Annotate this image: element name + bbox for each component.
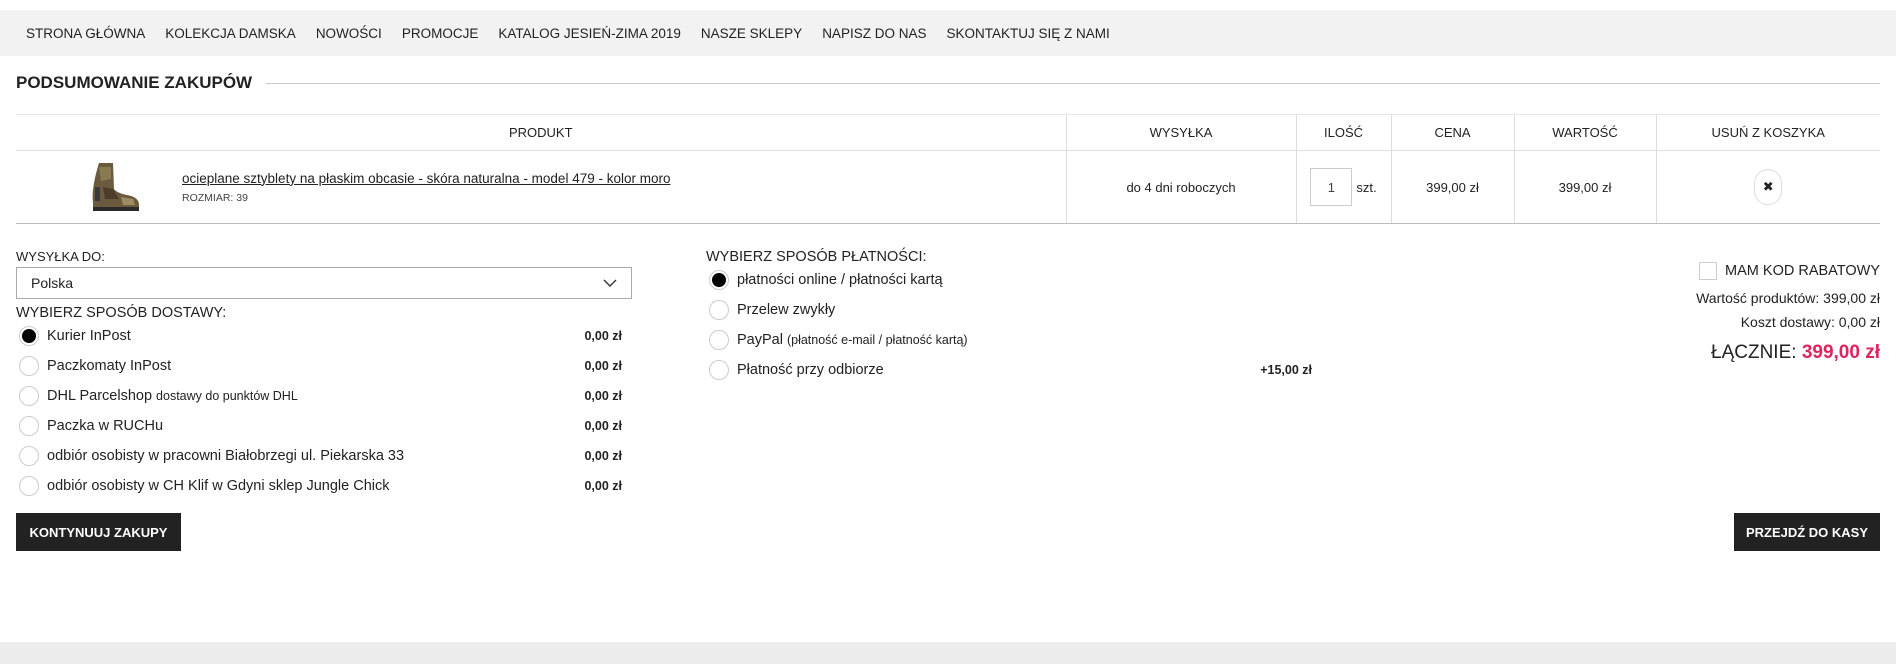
quantity-input[interactable] (1310, 168, 1353, 206)
delivery-option[interactable]: Paczka w RUCHu 0,00 zł (16, 411, 632, 441)
shipping-cost: Koszt dostawy: 0,00 zł (1740, 314, 1880, 330)
nav-item-catalog[interactable]: KATALOG JESIEŃ-ZIMA 2019 (498, 26, 681, 41)
delivery-radio[interactable] (19, 476, 39, 496)
delivery-radio[interactable] (19, 446, 39, 466)
nav-item-new[interactable]: NOWOŚCI (316, 26, 382, 41)
payment-option-name: PayPal (737, 332, 783, 348)
delivery-option[interactable]: odbiór osobisty w pracowni Białobrzegi u… (16, 441, 632, 471)
chevron-down-icon (603, 279, 617, 287)
delivery-option-price: 0,00 zł (584, 359, 622, 373)
delivery-radio[interactable] (19, 326, 39, 346)
delivery-option-note: dostawy do punktów DHL (156, 389, 298, 403)
nav-item-womens-collection[interactable]: KOLEKCJA DAMSKA (165, 26, 296, 41)
payment-option-name: płatności online / płatności kartą (737, 272, 943, 288)
col-header-value: WARTOŚĆ (1513, 114, 1656, 151)
total-label: ŁĄCZNIE: (1711, 342, 1797, 363)
close-icon: ✖ (1762, 179, 1774, 194)
shipping-time: do 4 dni roboczych (1065, 150, 1296, 224)
payment-radio[interactable] (709, 270, 729, 290)
payment-option-note: (płatność e-mail / płatność kartą) (786, 333, 968, 347)
product-size: ROZMIAR: 39 (182, 191, 248, 204)
delivery-option-name: Paczkomaty InPost (47, 358, 172, 374)
delivery-option-price: 0,00 zł (584, 449, 622, 463)
continue-shopping-button[interactable]: KONTYNUUJ ZAKUPY (16, 513, 181, 551)
cart-table: PRODUKT WYSYŁKA ILOŚĆ CENA WARTOŚĆ USUŃ … (16, 114, 1880, 224)
delivery-option-price: 0,00 zł (584, 479, 622, 493)
col-header-product: PRODUKT (16, 114, 1066, 151)
payment-radio[interactable] (709, 330, 729, 350)
total-amount: 399,00 zł (1801, 342, 1880, 363)
products-value: Wartość produktów: 399,00 zł (1696, 290, 1880, 306)
delivery-option-price: 0,00 zł (584, 389, 622, 403)
delivery-radio[interactable] (19, 386, 39, 406)
delivery-option-name: DHL Parcelshop (47, 388, 153, 404)
payment-section: WYBIERZ SPOSÓB PŁATNOŚCI: płatności onli… (706, 249, 1312, 385)
cart-header-row: PRODUKT WYSYŁKA ILOŚĆ CENA WARTOŚĆ USUŃ … (16, 114, 1880, 151)
product-name-link[interactable]: ocieplane sztyblety na płaskim obcasie -… (182, 171, 671, 186)
delivery-option[interactable]: odbiór osobisty w CH Klif w Gdyni sklep … (16, 471, 632, 501)
line-value: 399,00 zł (1513, 150, 1656, 224)
product-cell: ocieplane sztyblety na płaskim obcasie -… (16, 150, 1066, 224)
payment-option[interactable]: płatności online / płatności kartą (706, 265, 1312, 295)
col-header-shipping: WYSYŁKA (1065, 114, 1296, 151)
col-header-price: CENA (1390, 114, 1514, 151)
delivery-option[interactable]: Paczkomaty InPost 0,00 zł (16, 351, 632, 381)
checkout-button[interactable]: PRZEJDŹ DO KASY (1734, 513, 1880, 551)
payment-option[interactable]: PayPal (płatność e-mail / płatność kartą) (706, 325, 1312, 355)
payment-option-name: Przelew zwykły (737, 302, 836, 318)
unit-price: 399,00 zł (1390, 150, 1514, 224)
nav-item-write-to-us[interactable]: NAPISZ DO NAS (822, 26, 926, 41)
nav-item-contact[interactable]: SKONTAKTUJ SIĘ Z NAMI (946, 26, 1109, 41)
ship-to-label: WYSYŁKA DO: (16, 249, 105, 264)
promo-code-toggle[interactable]: MAM KOD RABATOWY (1696, 262, 1880, 280)
nav-item-promotions[interactable]: PROMOCJE (402, 26, 479, 41)
delivery-option-name: Paczka w RUCHu (47, 418, 164, 434)
totals-section: MAM KOD RABATOWY Wartość produktów: 399,… (1696, 262, 1880, 364)
section-header: PODSUMOWANIE ZAKUPÓW (16, 72, 1880, 94)
title-divider (266, 82, 1880, 84)
payment-radio[interactable] (709, 300, 729, 320)
product-image[interactable] (56, 157, 166, 217)
delivery-option-name: odbiór osobisty w CH Klif w Gdyni sklep … (47, 478, 390, 494)
delivery-options: Kurier InPost 0,00 zł Paczkomaty InPost 0,0… (16, 321, 632, 501)
promo-code-label: MAM KOD RABATOWY (1725, 263, 1880, 279)
col-header-remove: USUŃ Z KOSZYKA (1655, 114, 1880, 151)
boot-icon (92, 163, 139, 211)
delivery-option[interactable]: Kurier InPost 0,00 zł (16, 321, 632, 351)
remove-cell: ✖ (1655, 150, 1880, 224)
payment-method-label: WYBIERZ SPOSÓB PŁATNOŚCI: (706, 249, 927, 265)
payment-radio[interactable] (709, 360, 729, 380)
table-row: ocieplane sztyblety na płaskim obcasie -… (16, 150, 1880, 224)
delivery-option-name: odbiór osobisty w pracowni Białobrzegi u… (47, 448, 405, 464)
order-total: ŁĄCZNIE: 399,00 zł (1696, 342, 1880, 364)
payment-option-name: Płatność przy odbiorze (737, 362, 884, 378)
payment-option[interactable]: Płatność przy odbiorze +15,00 zł (706, 355, 1312, 385)
country-select[interactable]: Polska (16, 267, 632, 299)
payment-option[interactable]: Przelew zwykły (706, 295, 1312, 325)
delivery-section: WYSYŁKA DO: Polska WYBIERZ SPOSÓB DOSTAW… (16, 249, 632, 501)
payment-option-price: +15,00 zł (1260, 363, 1312, 377)
promo-code-checkbox[interactable] (1699, 262, 1718, 280)
delivery-radio[interactable] (19, 356, 39, 376)
country-select-value: Polska (31, 275, 74, 291)
delivery-radio[interactable] (19, 416, 39, 436)
main-nav: STRONA GŁÓWNA KOLEKCJA DAMSKA NOWOŚCI PR… (0, 10, 1896, 56)
col-header-quantity: ILOŚĆ (1295, 114, 1391, 151)
nav-item-home[interactable]: STRONA GŁÓWNA (26, 26, 145, 41)
nav-item-stores[interactable]: NASZE SKLEPY (701, 26, 802, 41)
quantity-cell: szt. (1295, 150, 1391, 224)
delivery-option-price: 0,00 zł (584, 419, 622, 433)
quantity-unit: szt. (1356, 179, 1377, 195)
delivery-method-label: WYBIERZ SPOSÓB DOSTAWY: (16, 305, 227, 321)
remove-item-button[interactable]: ✖ (1754, 169, 1783, 205)
delivery-option-price: 0,00 zł (584, 329, 622, 343)
footer (0, 642, 1896, 664)
delivery-option[interactable]: DHL Parcelshop dostawy do punktów DHL 0,00… (16, 381, 632, 411)
page-title: PODSUMOWANIE ZAKUPÓW (16, 73, 253, 92)
payment-options: płatności online / płatności kartą Przele… (706, 265, 1312, 385)
delivery-option-name: Kurier InPost (47, 328, 131, 344)
